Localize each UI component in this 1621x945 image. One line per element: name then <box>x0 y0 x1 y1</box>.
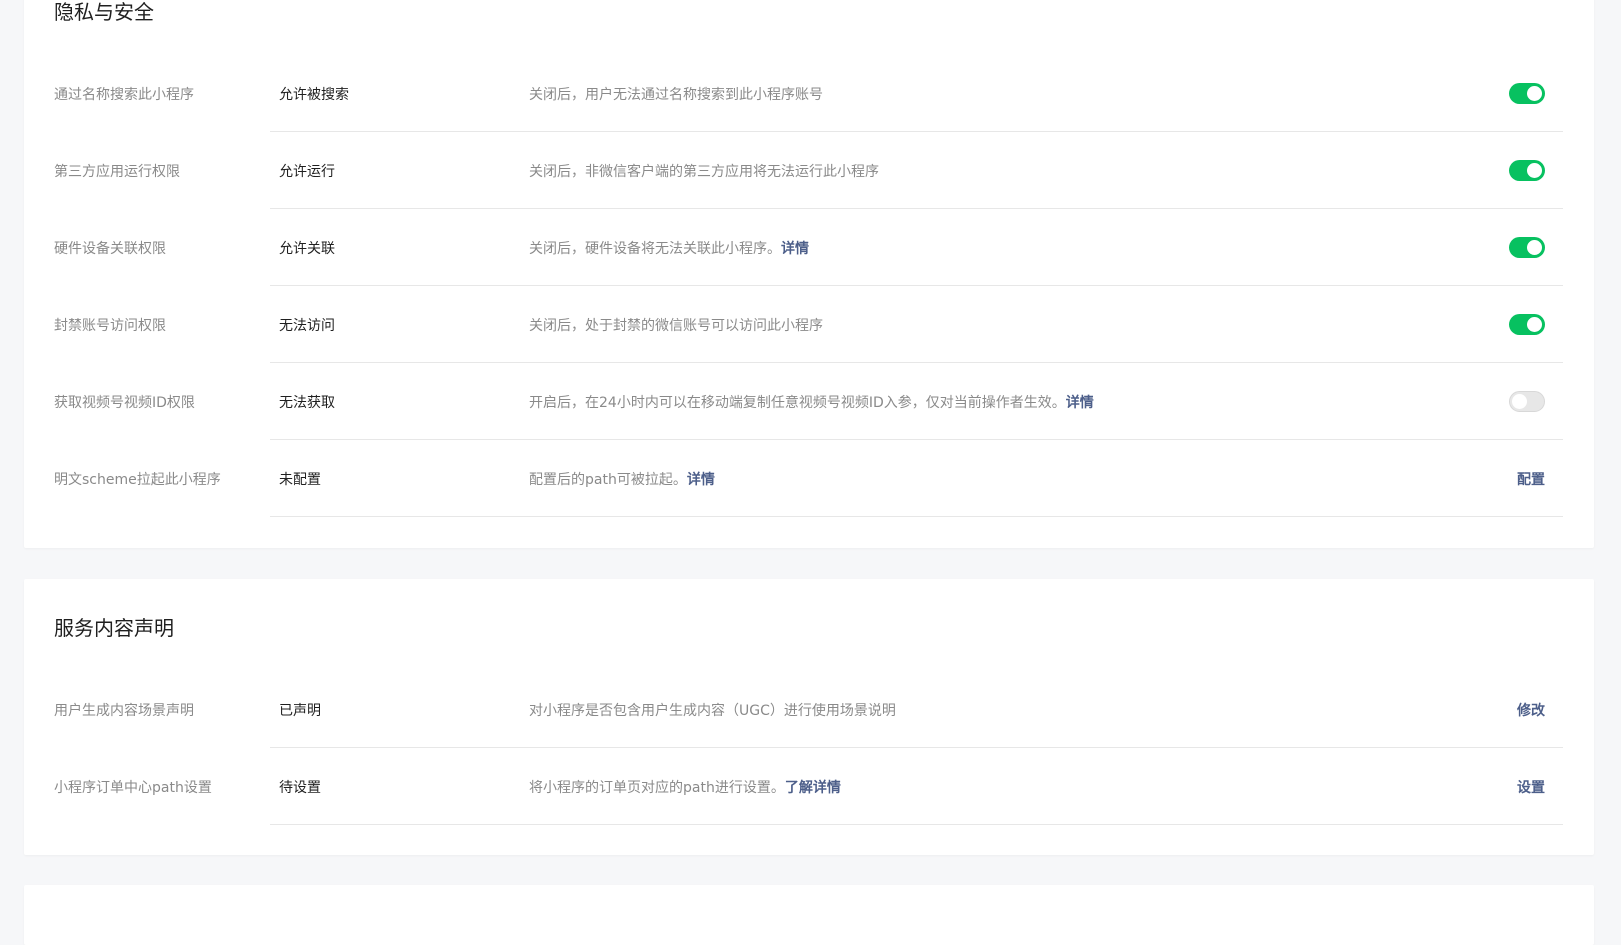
modify-link[interactable]: 修改 <box>1517 700 1545 720</box>
setting-description: 将小程序的订单页对应的path进行设置。了解详情 <box>529 779 841 796</box>
setting-value: 未配置 <box>279 471 321 488</box>
setting-value: 允许运行 <box>279 163 335 180</box>
setting-label: 明文scheme拉起此小程序 <box>54 471 221 488</box>
setting-value: 无法访问 <box>279 317 335 334</box>
toggle-knob <box>1527 162 1542 178</box>
setting-row-ugc-declaration: 用户生成内容场景声明 已声明 对小程序是否包含用户生成内容（UGC）进行使用场景… <box>24 671 1594 748</box>
privacy-security-card: 隐私与安全 通过名称搜索此小程序 允许被搜索 关闭后，用户无法通过名称搜索到此小… <box>24 0 1594 548</box>
banned-access-toggle[interactable] <box>1509 313 1545 335</box>
setting-row-hardware-link: 硬件设备关联权限 允许关联 关闭后，硬件设备将无法关联此小程序。详情 <box>24 209 1594 286</box>
setting-value: 允许关联 <box>279 240 335 257</box>
learn-more-link[interactable]: 了解详情 <box>785 780 841 796</box>
setting-description: 开启后，在24小时内可以在移动端复制任意视频号视频ID入参，仅对当前操作者生效。… <box>529 394 1094 411</box>
toggle-knob <box>1512 393 1527 409</box>
channels-video-id-toggle[interactable] <box>1509 390 1545 412</box>
toggle-knob <box>1527 316 1542 332</box>
service-section-title: 服务内容声明 <box>54 616 174 640</box>
hardware-link-toggle[interactable] <box>1509 236 1545 258</box>
setting-value: 无法获取 <box>279 394 335 411</box>
configure-link[interactable]: 配置 <box>1517 469 1545 489</box>
setting-label: 硬件设备关联权限 <box>54 240 166 257</box>
setting-description: 关闭后，硬件设备将无法关联此小程序。详情 <box>529 240 809 257</box>
setting-label: 用户生成内容场景声明 <box>54 702 194 719</box>
setting-label: 第三方应用运行权限 <box>54 163 180 180</box>
setting-row-channels-video-id: 获取视频号视频ID权限 无法获取 开启后，在24小时内可以在移动端复制任意视频号… <box>24 363 1594 440</box>
row-divider <box>270 516 1563 517</box>
service-content-card: 服务内容声明 用户生成内容场景声明 已声明 对小程序是否包含用户生成内容（UGC… <box>24 579 1594 855</box>
toggle-knob <box>1527 85 1542 101</box>
setting-description: 对小程序是否包含用户生成内容（UGC）进行使用场景说明 <box>529 702 896 719</box>
setting-label: 通过名称搜索此小程序 <box>54 86 194 103</box>
setting-label: 小程序订单中心path设置 <box>54 779 212 796</box>
setting-label: 获取视频号视频ID权限 <box>54 394 195 411</box>
setting-description: 配置后的path可被拉起。详情 <box>529 471 715 488</box>
third-party-run-toggle[interactable] <box>1509 159 1545 181</box>
setting-description: 关闭后，非微信客户端的第三方应用将无法运行此小程序 <box>529 163 879 180</box>
setup-link[interactable]: 设置 <box>1517 777 1545 797</box>
setting-row-name-search: 通过名称搜索此小程序 允许被搜索 关闭后，用户无法通过名称搜索到此小程序账号 <box>24 55 1594 132</box>
setting-row-banned-access: 封禁账号访问权限 无法访问 关闭后，处于封禁的微信账号可以访问此小程序 <box>24 286 1594 363</box>
next-section-card <box>24 885 1594 945</box>
setting-row-third-party-run: 第三方应用运行权限 允许运行 关闭后，非微信客户端的第三方应用将无法运行此小程序 <box>24 132 1594 209</box>
setting-description: 关闭后，处于封禁的微信账号可以访问此小程序 <box>529 317 823 334</box>
setting-value: 允许被搜索 <box>279 86 349 103</box>
setting-row-order-center-path: 小程序订单中心path设置 待设置 将小程序的订单页对应的path进行设置。了解… <box>24 748 1594 825</box>
setting-description: 关闭后，用户无法通过名称搜索到此小程序账号 <box>529 86 823 103</box>
details-link[interactable]: 详情 <box>687 472 715 488</box>
privacy-section-title: 隐私与安全 <box>54 0 154 24</box>
name-search-toggle[interactable] <box>1509 82 1545 104</box>
setting-label: 封禁账号访问权限 <box>54 317 166 334</box>
toggle-knob <box>1527 239 1542 255</box>
row-divider <box>270 824 1563 825</box>
setting-value: 待设置 <box>279 779 321 796</box>
details-link[interactable]: 详情 <box>1066 395 1094 411</box>
setting-value: 已声明 <box>279 702 321 719</box>
setting-row-plaintext-scheme: 明文scheme拉起此小程序 未配置 配置后的path可被拉起。详情 配置 <box>24 440 1594 517</box>
details-link[interactable]: 详情 <box>781 241 809 257</box>
